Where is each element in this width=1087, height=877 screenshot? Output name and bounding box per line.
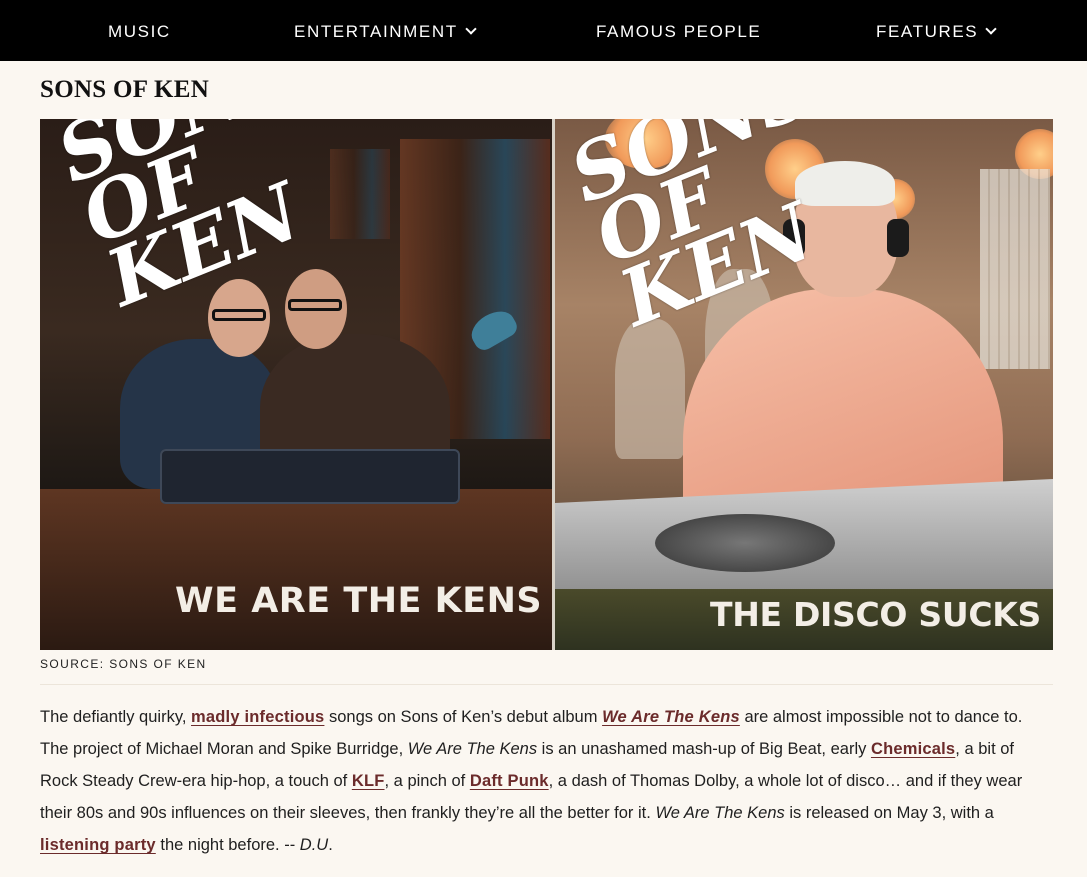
nav-item-label: FEATURES bbox=[876, 22, 979, 41]
glasses bbox=[212, 309, 266, 321]
link-listening-party[interactable]: listening party bbox=[40, 836, 156, 854]
author-initials: D.U bbox=[299, 836, 329, 854]
turntable-platter bbox=[655, 514, 835, 572]
link-chemicals[interactable]: Chemicals bbox=[871, 740, 955, 758]
headphones bbox=[887, 219, 909, 257]
divider bbox=[40, 684, 1053, 685]
image-source-credit: SOURCE: SONS OF KEN bbox=[40, 657, 207, 671]
nav-item-label: FAMOUS PEOPLE bbox=[596, 22, 762, 41]
nav-item-label: ENTERTAINMENT bbox=[294, 22, 458, 41]
chevron-down-icon bbox=[985, 23, 997, 35]
album-title: We Are The Kens bbox=[407, 740, 538, 758]
hero-image: SONS OF KEN WE ARE THE KENS SONS OF KEN … bbox=[40, 119, 1053, 650]
album-cover-we-are-the-kens: SONS OF KEN WE ARE THE KENS bbox=[40, 119, 552, 650]
nav-item-label: MUSIC bbox=[108, 22, 171, 41]
window bbox=[980, 169, 1050, 369]
album-cover-the-disco-sucks-ep: SONS OF KEN THE DISCO SUCKS EP bbox=[555, 119, 1053, 650]
nav-item-famous-people[interactable]: FAMOUS PEOPLE bbox=[596, 0, 761, 61]
glasses bbox=[288, 299, 342, 311]
cover-caption: THE DISCO SUCKS EP bbox=[710, 595, 1053, 634]
nav-item-entertainment[interactable]: ENTERTAINMENT bbox=[294, 0, 477, 61]
nav-item-features[interactable]: FEATURES bbox=[876, 0, 997, 61]
desk bbox=[40, 489, 552, 650]
cover-caption: WE ARE THE KENS bbox=[175, 581, 543, 621]
dj-controller bbox=[160, 449, 460, 504]
link-daft-punk[interactable]: Daft Punk bbox=[470, 772, 549, 790]
link-we-are-the-kens[interactable]: We Are The Kens bbox=[602, 708, 740, 726]
link-madly-infectious[interactable]: madly infectious bbox=[191, 708, 324, 726]
page-title: SONS OF KEN bbox=[40, 76, 210, 103]
album-title: We Are The Kens bbox=[655, 804, 785, 822]
article-body: The defiantly quirky, madly infectious s… bbox=[40, 708, 1023, 854]
chevron-down-icon bbox=[465, 23, 477, 35]
link-klf[interactable]: KLF bbox=[352, 772, 385, 790]
nav-item-music[interactable]: MUSIC bbox=[108, 0, 171, 61]
top-navigation: MUSIC ENTERTAINMENT FAMOUS PEOPLE FEATUR… bbox=[0, 0, 1087, 61]
